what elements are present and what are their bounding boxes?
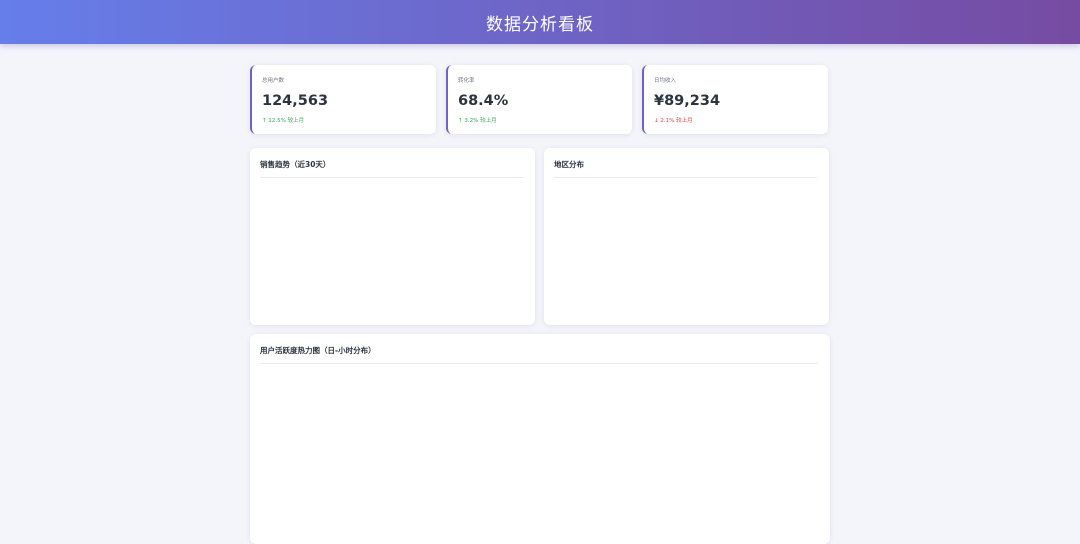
- stats-row: 总用户数 124,563 ↑ 12.5% 较上月 转化率 68.4% ↑ 3.2…: [250, 65, 830, 134]
- stat-change: ↑ 3.2% 较上月: [458, 118, 497, 124]
- stat-card-daily-revenue: 日均收入 ¥89,234 ↓ 2.1% 较上月: [642, 65, 828, 134]
- dashboard-container: 总用户数 124,563 ↑ 12.5% 较上月 转化率 68.4% ↑ 3.2…: [250, 65, 830, 544]
- activity-heatmap-panel: 用户活跃度热力图（日-小时分布）: [250, 334, 830, 544]
- stat-label: 转化率: [458, 78, 475, 84]
- region-distribution-title: 地区分布: [554, 159, 817, 178]
- region-distribution-panel: 地区分布: [544, 148, 829, 325]
- stat-change: ↑ 12.5% 较上月: [262, 118, 305, 124]
- chart-row: 销售趋势（近30天） 地区分布: [250, 148, 830, 325]
- sales-trend-title: 销售趋势（近30天）: [260, 159, 523, 178]
- page-title: 数据分析看板: [486, 14, 594, 35]
- activity-heatmap-title: 用户活跃度热力图（日-小时分布）: [260, 345, 818, 364]
- stat-value: ¥89,234: [654, 93, 721, 109]
- page-header: 数据分析看板: [0, 0, 1080, 44]
- stat-change: ↓ 2.1% 较上月: [654, 118, 693, 124]
- stat-label: 日均收入: [654, 78, 677, 84]
- stat-value: 68.4%: [458, 93, 509, 109]
- stat-value: 124,563: [262, 93, 329, 109]
- stat-card-conversion-rate: 转化率 68.4% ↑ 3.2% 较上月: [446, 65, 632, 134]
- stat-card-total-users: 总用户数 124,563 ↑ 12.5% 较上月: [250, 65, 436, 134]
- sales-trend-panel: 销售趋势（近30天）: [250, 148, 535, 325]
- stat-label: 总用户数: [262, 78, 285, 84]
